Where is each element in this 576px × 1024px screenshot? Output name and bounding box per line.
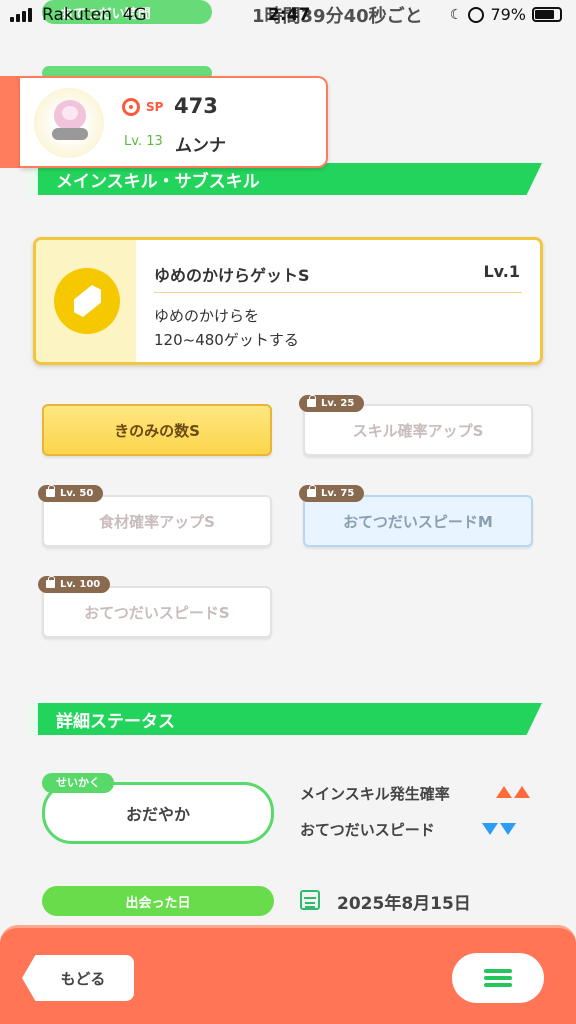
increase-arrows-icon [496, 786, 530, 798]
met-date-value: 2025年8月15日 [337, 894, 471, 914]
unlock-level: Lv. 25 [321, 398, 355, 409]
battery-percent: 79% [490, 5, 526, 24]
pokemon-name: ムンナ [175, 136, 226, 156]
pokemon-level: Lv. 13 [124, 134, 163, 149]
moon-icon: ☾ [449, 6, 463, 23]
main-skill-icon-panel [36, 240, 136, 362]
lock-icon [46, 576, 55, 588]
lock-icon [307, 395, 316, 407]
unlock-tag-lv50: Lv. 50 [38, 485, 104, 502]
carrier-name: Rakuten [42, 5, 112, 25]
rotation-lock-icon [468, 6, 485, 23]
network-type: 4G [122, 5, 147, 25]
main-skill-level: Lv.1 [483, 262, 520, 281]
details-section-title: 詳細ステータス [56, 712, 175, 732]
pokemon-avatar [34, 88, 104, 158]
met-date-label: 出会った日 [42, 886, 274, 916]
back-button[interactable]: もどる [22, 955, 134, 1001]
dream-shard-icon [54, 268, 120, 334]
menu-button[interactable] [452, 953, 544, 1003]
sub-skill-ingredient-finder[interactable]: 食材確率アップS [42, 495, 272, 547]
skills-section-title: メインスキル・サブスキル [56, 172, 260, 192]
signal-icon [10, 8, 32, 22]
sub-skill-helping-speed-m[interactable]: おてつだいスピードM [303, 495, 533, 547]
status-right: ☾ 79% [450, 5, 562, 24]
unlock-tag-lv100: Lv. 100 [38, 576, 111, 593]
status-bar: Rakuten 4G 2:47 ☾ 79% [0, 0, 576, 34]
sp-value: 473 [174, 94, 218, 118]
calendar-icon [300, 890, 320, 910]
divider [154, 292, 522, 293]
carrier-label: Rakuten 4G [42, 5, 147, 25]
header-card-stripe [0, 76, 22, 168]
lock-icon [46, 485, 55, 497]
sp-label: SP [146, 100, 164, 114]
sub-skill-helping-speed-s[interactable]: おてつだいスピードS [42, 586, 272, 638]
pokemon-header-card: SP 473 Lv. 13 ムンナ [20, 76, 328, 168]
unlock-tag-lv25: Lv. 25 [299, 395, 365, 412]
clock: 2:47 [268, 5, 311, 25]
battery-icon [532, 7, 562, 22]
lock-icon [307, 485, 316, 497]
unlock-level: Lv. 50 [60, 488, 94, 499]
unlock-level: Lv. 100 [60, 579, 101, 590]
unlock-tag-lv75: Lv. 75 [299, 485, 365, 502]
nature-tag: せいかく [42, 773, 114, 793]
hamburger-icon [484, 969, 512, 987]
main-skill-name: ゆめのかけらゲットS [154, 266, 310, 285]
main-skill-description: ゆめのかけらを 120~480ゲットする [154, 307, 299, 349]
unlock-level: Lv. 75 [321, 488, 355, 499]
sub-skill-berry-count[interactable]: きのみの数S [42, 404, 272, 456]
details-section-header: 詳細ステータス [28, 703, 542, 735]
sp-icon [122, 98, 140, 116]
main-skill-card[interactable]: ゆめのかけらゲットS Lv.1 ゆめのかけらを 120~480ゲットする [33, 237, 543, 365]
decrease-arrows-icon [482, 823, 516, 835]
nature-down-effect: おてつだいスピード [300, 821, 435, 839]
nature-up-effect: メインスキル発生確率 [300, 785, 450, 803]
